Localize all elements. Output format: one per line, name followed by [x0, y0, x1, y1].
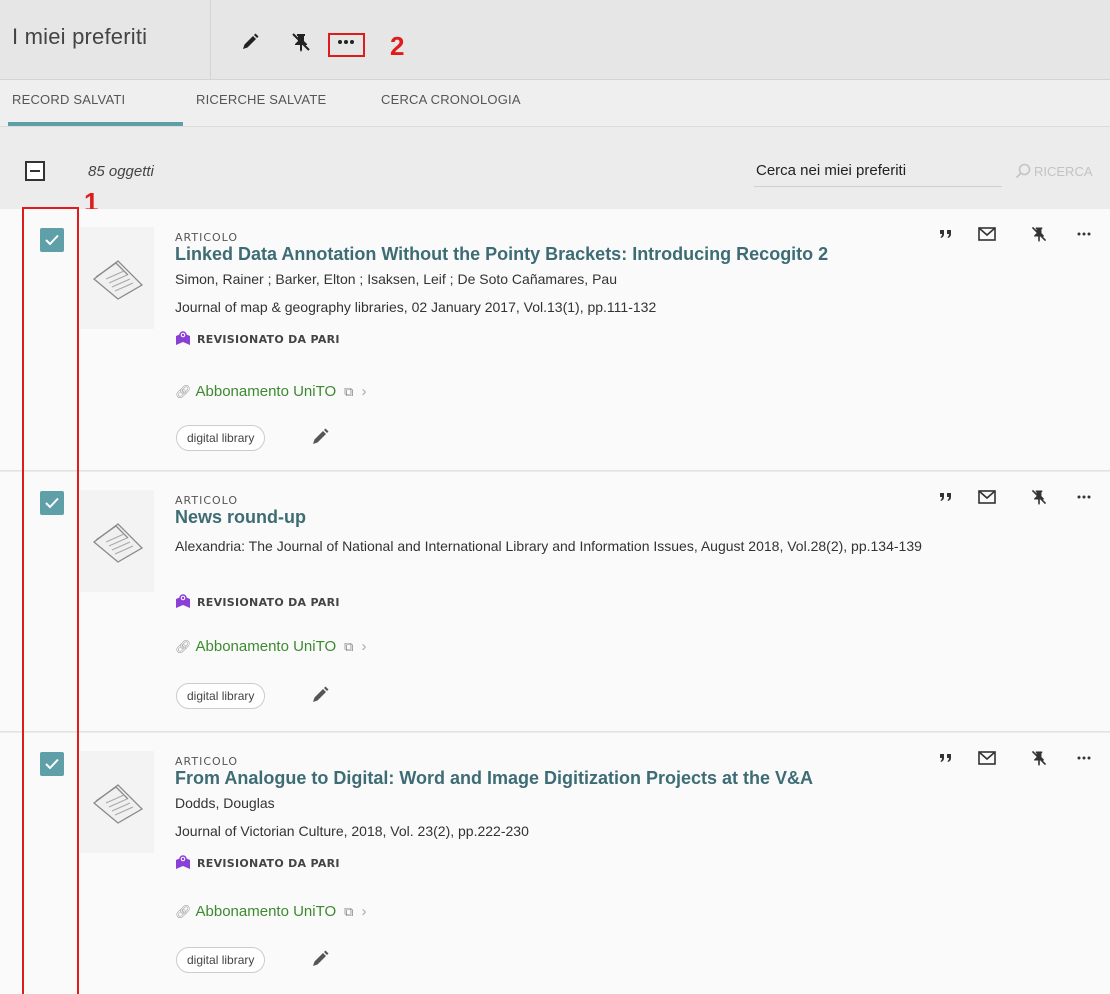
edit-tag-icon[interactable]: [310, 685, 330, 705]
tab-ricerche-salvate[interactable]: RICERCHE SALVATE: [196, 92, 326, 107]
unpin-button[interactable]: [1028, 223, 1050, 245]
peer-reviewed-badge: REVISIONATO DA PARI: [175, 855, 340, 871]
document-icon: [92, 784, 144, 824]
record-type: ARTICOLO: [175, 494, 239, 507]
unpin-icon: [292, 33, 310, 52]
list-toolbar: 85 oggetti RICERCA 1: [0, 127, 1110, 215]
peer-reviewed-label: REVISIONATO DA PARI: [197, 595, 340, 609]
document-icon: [92, 260, 144, 300]
pencil-icon: [243, 33, 259, 49]
search-icon: [1015, 163, 1031, 179]
access-link-label: Abbonamento UniTO: [195, 383, 337, 400]
tab-bar: RECORD SALVATI RICERCHE SALVATE CERCA CR…: [0, 80, 1110, 127]
email-button[interactable]: [976, 223, 998, 245]
record-item: ARTICOLO Linked Data Annotation Without …: [0, 209, 1110, 471]
tab-cerca-cronologia[interactable]: CERCA CRONOLOGIA: [381, 92, 521, 107]
access-link[interactable]: 🔗︎ Abbonamento UniTO ⧉ ›: [175, 383, 366, 400]
favorites-header: I miei preferiti 2: [0, 0, 1110, 80]
link-icon: 🔗︎: [175, 638, 192, 654]
search-button-label: RICERCA: [1034, 163, 1093, 179]
document-icon: [92, 523, 144, 563]
external-link-icon: ⧉: [344, 638, 354, 654]
record-more-button[interactable]: [1073, 747, 1095, 769]
record-actions: [935, 486, 1105, 510]
more-icon: [1077, 495, 1091, 499]
external-link-icon: ⧉: [344, 383, 354, 399]
tab-record-salvati[interactable]: RECORD SALVATI: [12, 92, 125, 107]
envelope-icon: [978, 490, 996, 504]
peer-reviewed-badge: REVISIONATO DA PARI: [175, 594, 340, 610]
annotation-box-2: [328, 33, 365, 57]
peer-reviewed-label: REVISIONATO DA PARI: [197, 332, 340, 346]
link-icon: 🔗︎: [175, 383, 192, 399]
record-item: ARTICOLO News round-up Alexandria: The J…: [0, 472, 1110, 732]
chevron-right-icon: ›: [361, 638, 367, 655]
unpin-all-button[interactable]: [289, 30, 313, 54]
chevron-right-icon: ›: [361, 383, 367, 400]
record-thumbnail[interactable]: [80, 751, 154, 853]
annotation-number-2: 2: [390, 31, 405, 61]
search-button[interactable]: RICERCA: [1015, 163, 1093, 179]
favorites-search-input[interactable]: [754, 155, 1002, 187]
record-actions: [935, 223, 1105, 247]
record-more-button[interactable]: [1073, 486, 1095, 508]
chevron-right-icon: ›: [361, 903, 367, 920]
select-all-checkbox[interactable]: [25, 161, 45, 181]
record-more-button[interactable]: [1073, 223, 1095, 245]
record-actions: [935, 747, 1105, 771]
cite-button[interactable]: [935, 747, 957, 769]
access-link[interactable]: 🔗︎ Abbonamento UniTO ⧉ ›: [175, 903, 366, 920]
record-type: ARTICOLO: [175, 755, 239, 768]
record-thumbnail[interactable]: [80, 227, 154, 329]
record-authors: Dodds, Douglas: [175, 795, 275, 811]
peer-reviewed-label: REVISIONATO DA PARI: [197, 856, 340, 870]
record-source: Alexandria: The Journal of National and …: [175, 538, 922, 554]
cite-button[interactable]: [935, 223, 957, 245]
record-title[interactable]: Linked Data Annotation Without the Point…: [175, 244, 828, 265]
envelope-icon: [978, 227, 996, 241]
peer-review-icon: [176, 855, 190, 869]
access-link-label: Abbonamento UniTO: [195, 638, 337, 655]
record-item: ARTICOLO From Analogue to Digital: Word …: [0, 733, 1110, 994]
record-source: Journal of map & geography libraries, 02…: [175, 299, 657, 315]
unpin-button[interactable]: [1028, 486, 1050, 508]
record-authors: Simon, Rainer ; Barker, Elton ; Isaksen,…: [175, 271, 617, 287]
cite-button[interactable]: [935, 486, 957, 508]
record-tag[interactable]: digital library: [176, 425, 266, 451]
quote-icon: [940, 754, 951, 762]
record-title[interactable]: From Analogue to Digital: Word and Image…: [175, 768, 813, 789]
record-tag[interactable]: digital library: [176, 683, 266, 709]
active-tab-indicator: [8, 122, 183, 126]
quote-icon: [940, 493, 951, 501]
external-link-icon: ⧉: [344, 903, 354, 919]
record-source: Journal of Victorian Culture, 2018, Vol.…: [175, 823, 529, 839]
record-type: ARTICOLO: [175, 231, 239, 244]
more-icon: [1077, 756, 1091, 760]
access-link-label: Abbonamento UniTO: [195, 903, 337, 920]
peer-reviewed-badge: REVISIONATO DA PARI: [175, 331, 340, 347]
record-tag[interactable]: digital library: [176, 947, 266, 973]
unpin-icon: [1031, 226, 1047, 243]
access-link[interactable]: 🔗︎ Abbonamento UniTO ⧉ ›: [175, 638, 366, 655]
quote-icon: [940, 230, 951, 238]
record-thumbnail[interactable]: [80, 490, 154, 592]
edit-button[interactable]: [238, 30, 262, 54]
annotation-box-1: [22, 207, 79, 994]
peer-review-icon: [176, 594, 190, 608]
item-count: 85 oggetti: [88, 163, 154, 180]
unpin-button[interactable]: [1028, 747, 1050, 769]
email-button[interactable]: [976, 747, 998, 769]
edit-tag-icon[interactable]: [310, 949, 330, 969]
unpin-icon: [1031, 750, 1047, 767]
peer-review-icon: [176, 331, 190, 345]
email-button[interactable]: [976, 486, 998, 508]
header-divider: [210, 0, 211, 80]
envelope-icon: [978, 751, 996, 765]
more-icon: [1077, 232, 1091, 236]
record-title[interactable]: News round-up: [175, 507, 306, 528]
link-icon: 🔗︎: [175, 903, 192, 919]
unpin-icon: [1031, 489, 1047, 506]
edit-tag-icon[interactable]: [310, 427, 330, 447]
page-title: I miei preferiti: [12, 24, 148, 49]
